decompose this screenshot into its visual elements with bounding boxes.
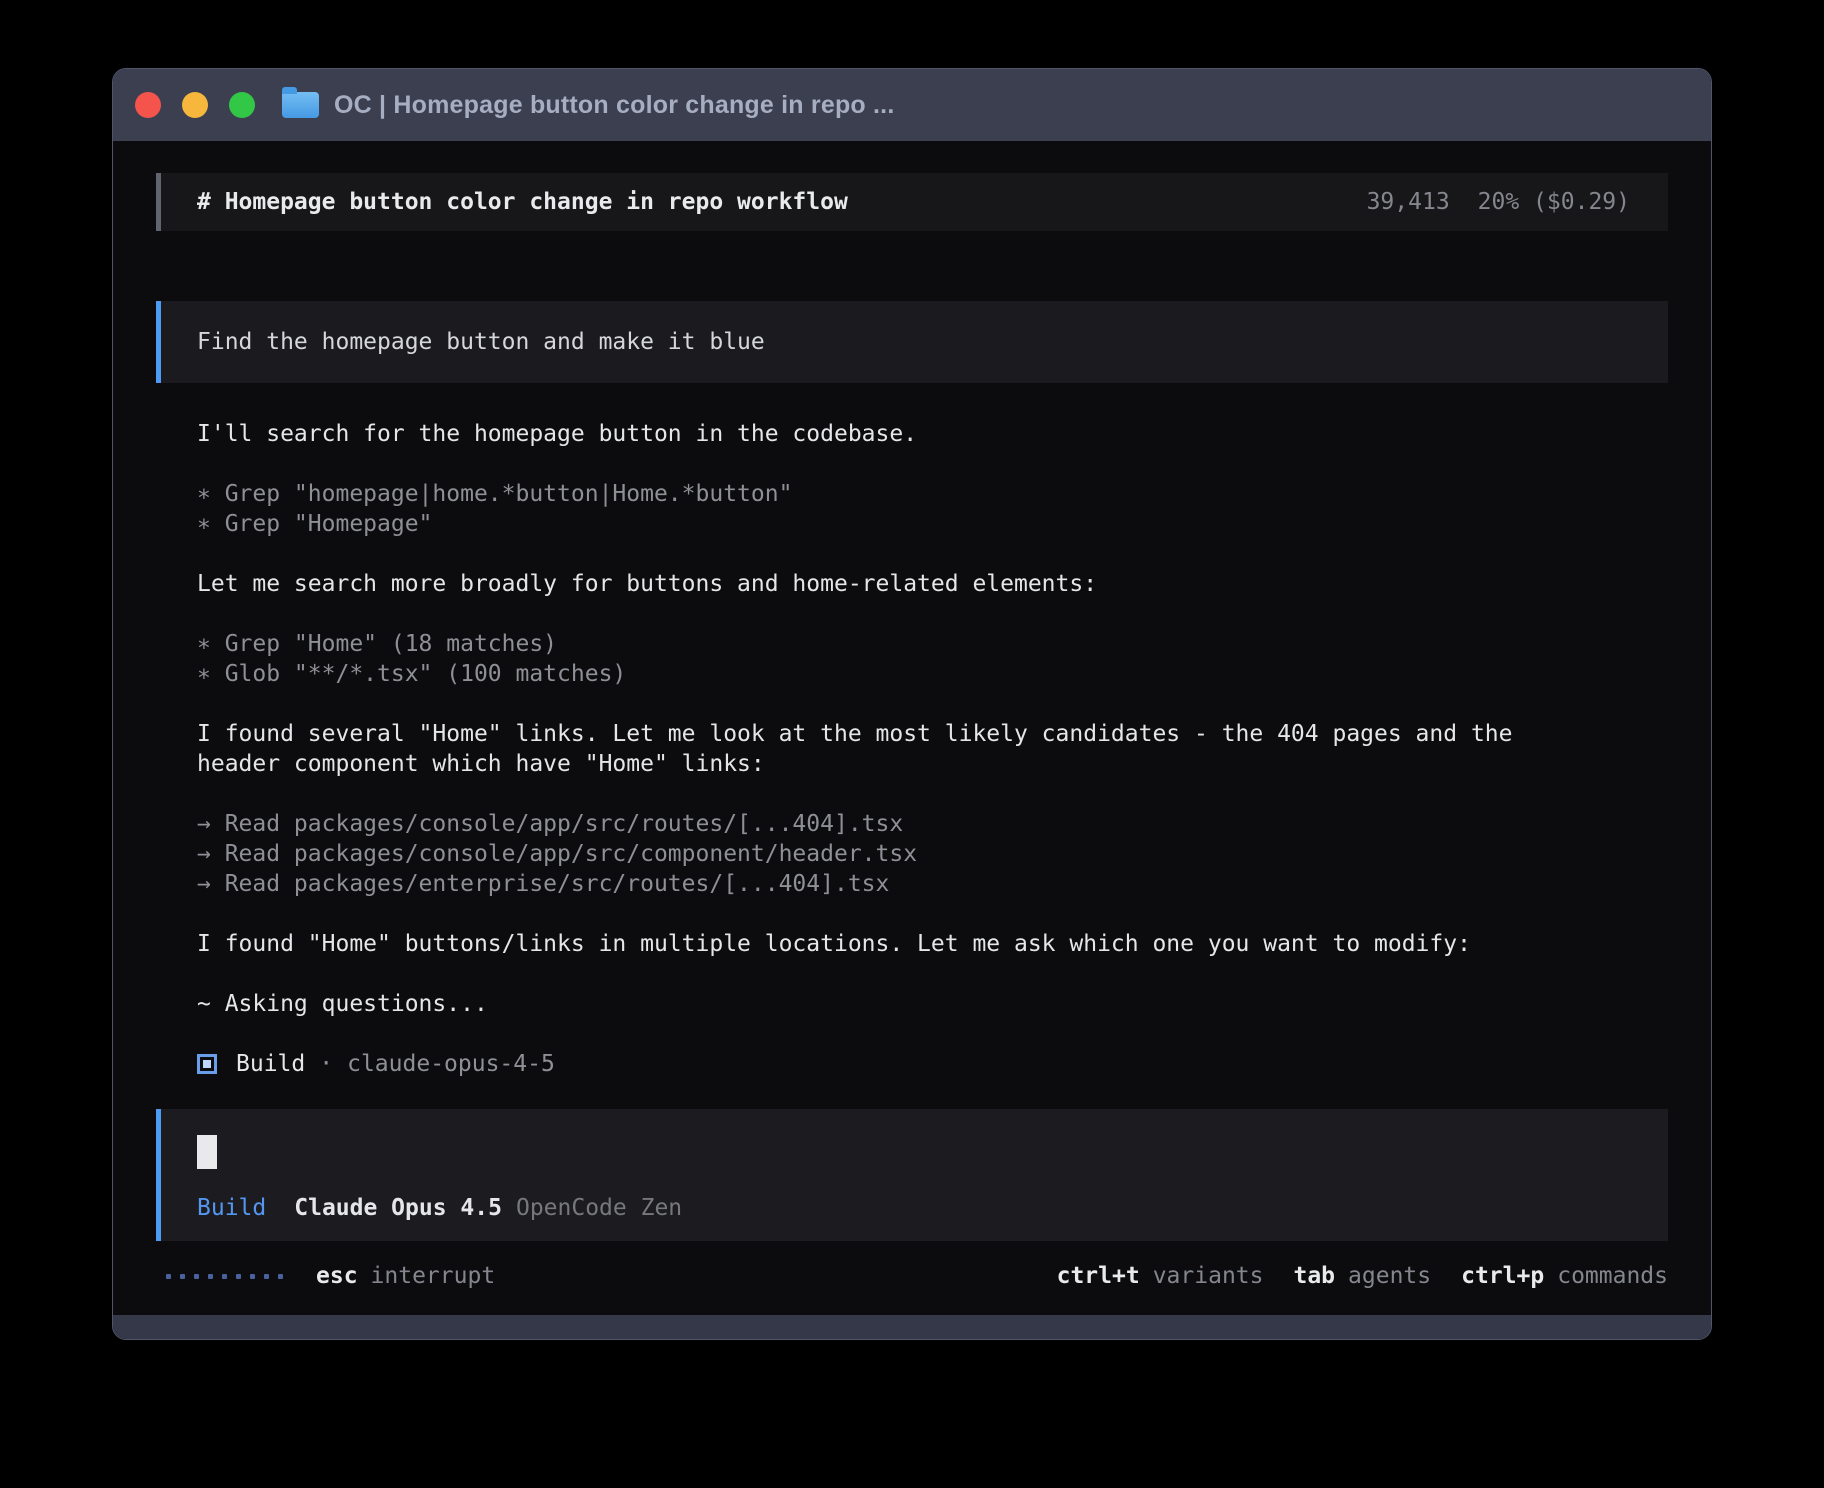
spinner-dots xyxy=(166,1274,283,1279)
tool-call-read: → Read packages/enterprise/src/routes/[.… xyxy=(197,869,1668,899)
status-left: esc interrupt xyxy=(156,1263,495,1289)
agent-status-row: Build · claude-opus-4-5 xyxy=(197,1049,1668,1079)
shortcut-key-esc[interactable]: esc xyxy=(316,1263,358,1289)
provider-label: OpenCode Zen xyxy=(516,1195,682,1221)
shortcut-agents[interactable]: tab agents xyxy=(1293,1263,1431,1289)
minimize-button[interactable] xyxy=(182,92,208,118)
prompt-input[interactable]: Build Claude Opus 4.5 OpenCode Zen xyxy=(156,1109,1668,1241)
agent-name: Build xyxy=(236,1049,305,1079)
session-title: # Homepage button color change in repo w… xyxy=(197,189,848,215)
folder-icon xyxy=(282,92,319,118)
shortcut-key: ctrl+t xyxy=(1057,1263,1140,1289)
user-message-text: Find the homepage button and make it blu… xyxy=(197,329,765,355)
shortcut-label: variants xyxy=(1153,1263,1264,1289)
tool-call-grep: ∗ Grep "Homepage" xyxy=(197,509,1668,539)
dot-separator: · xyxy=(319,1049,333,1079)
shortcut-commands[interactable]: ctrl+p commands xyxy=(1461,1263,1668,1289)
status-bar: esc interrupt ctrl+t variants tab agents… xyxy=(156,1259,1668,1293)
context-usage: 20% ($0.29) xyxy=(1478,189,1630,215)
assistant-text: I'll search for the homepage button in t… xyxy=(197,419,1597,449)
window-bottom-edge xyxy=(113,1315,1711,1339)
spinner-dot xyxy=(250,1274,255,1279)
input-mode-line: Build Claude Opus 4.5 OpenCode Zen xyxy=(197,1195,1668,1221)
session-stats: 39,413 20% ($0.29) xyxy=(1367,189,1630,215)
shortcut-key: tab xyxy=(1293,1263,1335,1289)
shortcut-label: commands xyxy=(1557,1263,1668,1289)
traffic-lights xyxy=(135,92,255,118)
fullscreen-button[interactable] xyxy=(229,92,255,118)
window-title: OC | Homepage button color change in rep… xyxy=(334,91,894,120)
tool-call-read: → Read packages/console/app/src/routes/[… xyxy=(197,809,1668,839)
terminal-content: # Homepage button color change in repo w… xyxy=(113,141,1711,1315)
shortcut-label: agents xyxy=(1348,1263,1431,1289)
close-button[interactable] xyxy=(135,92,161,118)
shortcut-label-interrupt: interrupt xyxy=(371,1263,496,1289)
tool-call-grep: ∗ Grep "Home" (18 matches) xyxy=(197,629,1668,659)
spinner-dot xyxy=(278,1274,283,1279)
conversation-log: I'll search for the homepage button in t… xyxy=(156,419,1668,1079)
agent-mode-label[interactable]: Build xyxy=(197,1195,266,1221)
spinner-dot xyxy=(194,1274,199,1279)
model-label[interactable]: Claude Opus 4.5 xyxy=(294,1195,502,1221)
assistant-working-status: ~ Asking questions... xyxy=(197,989,1597,1019)
spinner-dot xyxy=(264,1274,269,1279)
tool-call-read: → Read packages/console/app/src/componen… xyxy=(197,839,1668,869)
agent-square-icon xyxy=(197,1054,217,1074)
text-cursor xyxy=(197,1135,217,1169)
token-count: 39,413 xyxy=(1367,189,1450,215)
shortcut-key: ctrl+p xyxy=(1461,1263,1544,1289)
spinner-dot xyxy=(166,1274,171,1279)
assistant-text: I found "Home" buttons/links in multiple… xyxy=(197,929,1597,959)
spinner-dot xyxy=(222,1274,227,1279)
spinner-dot xyxy=(208,1274,213,1279)
session-header: # Homepage button color change in repo w… xyxy=(156,173,1668,231)
tool-call-grep: ∗ Grep "homepage|home.*button|Home.*butt… xyxy=(197,479,1668,509)
status-right: ctrl+t variants tab agents ctrl+p comman… xyxy=(1057,1263,1668,1289)
spinner-dot xyxy=(180,1274,185,1279)
agent-model: claude-opus-4-5 xyxy=(347,1049,555,1079)
shortcut-variants[interactable]: ctrl+t variants xyxy=(1057,1263,1264,1289)
assistant-text: Let me search more broadly for buttons a… xyxy=(197,569,1597,599)
assistant-text: I found several "Home" links. Let me loo… xyxy=(197,719,1597,779)
terminal-window: OC | Homepage button color change in rep… xyxy=(112,68,1712,1340)
titlebar[interactable]: OC | Homepage button color change in rep… xyxy=(113,69,1711,141)
spinner-dot xyxy=(236,1274,241,1279)
user-message: Find the homepage button and make it blu… xyxy=(156,301,1668,383)
tool-call-glob: ∗ Glob "**/*.tsx" (100 matches) xyxy=(197,659,1668,689)
